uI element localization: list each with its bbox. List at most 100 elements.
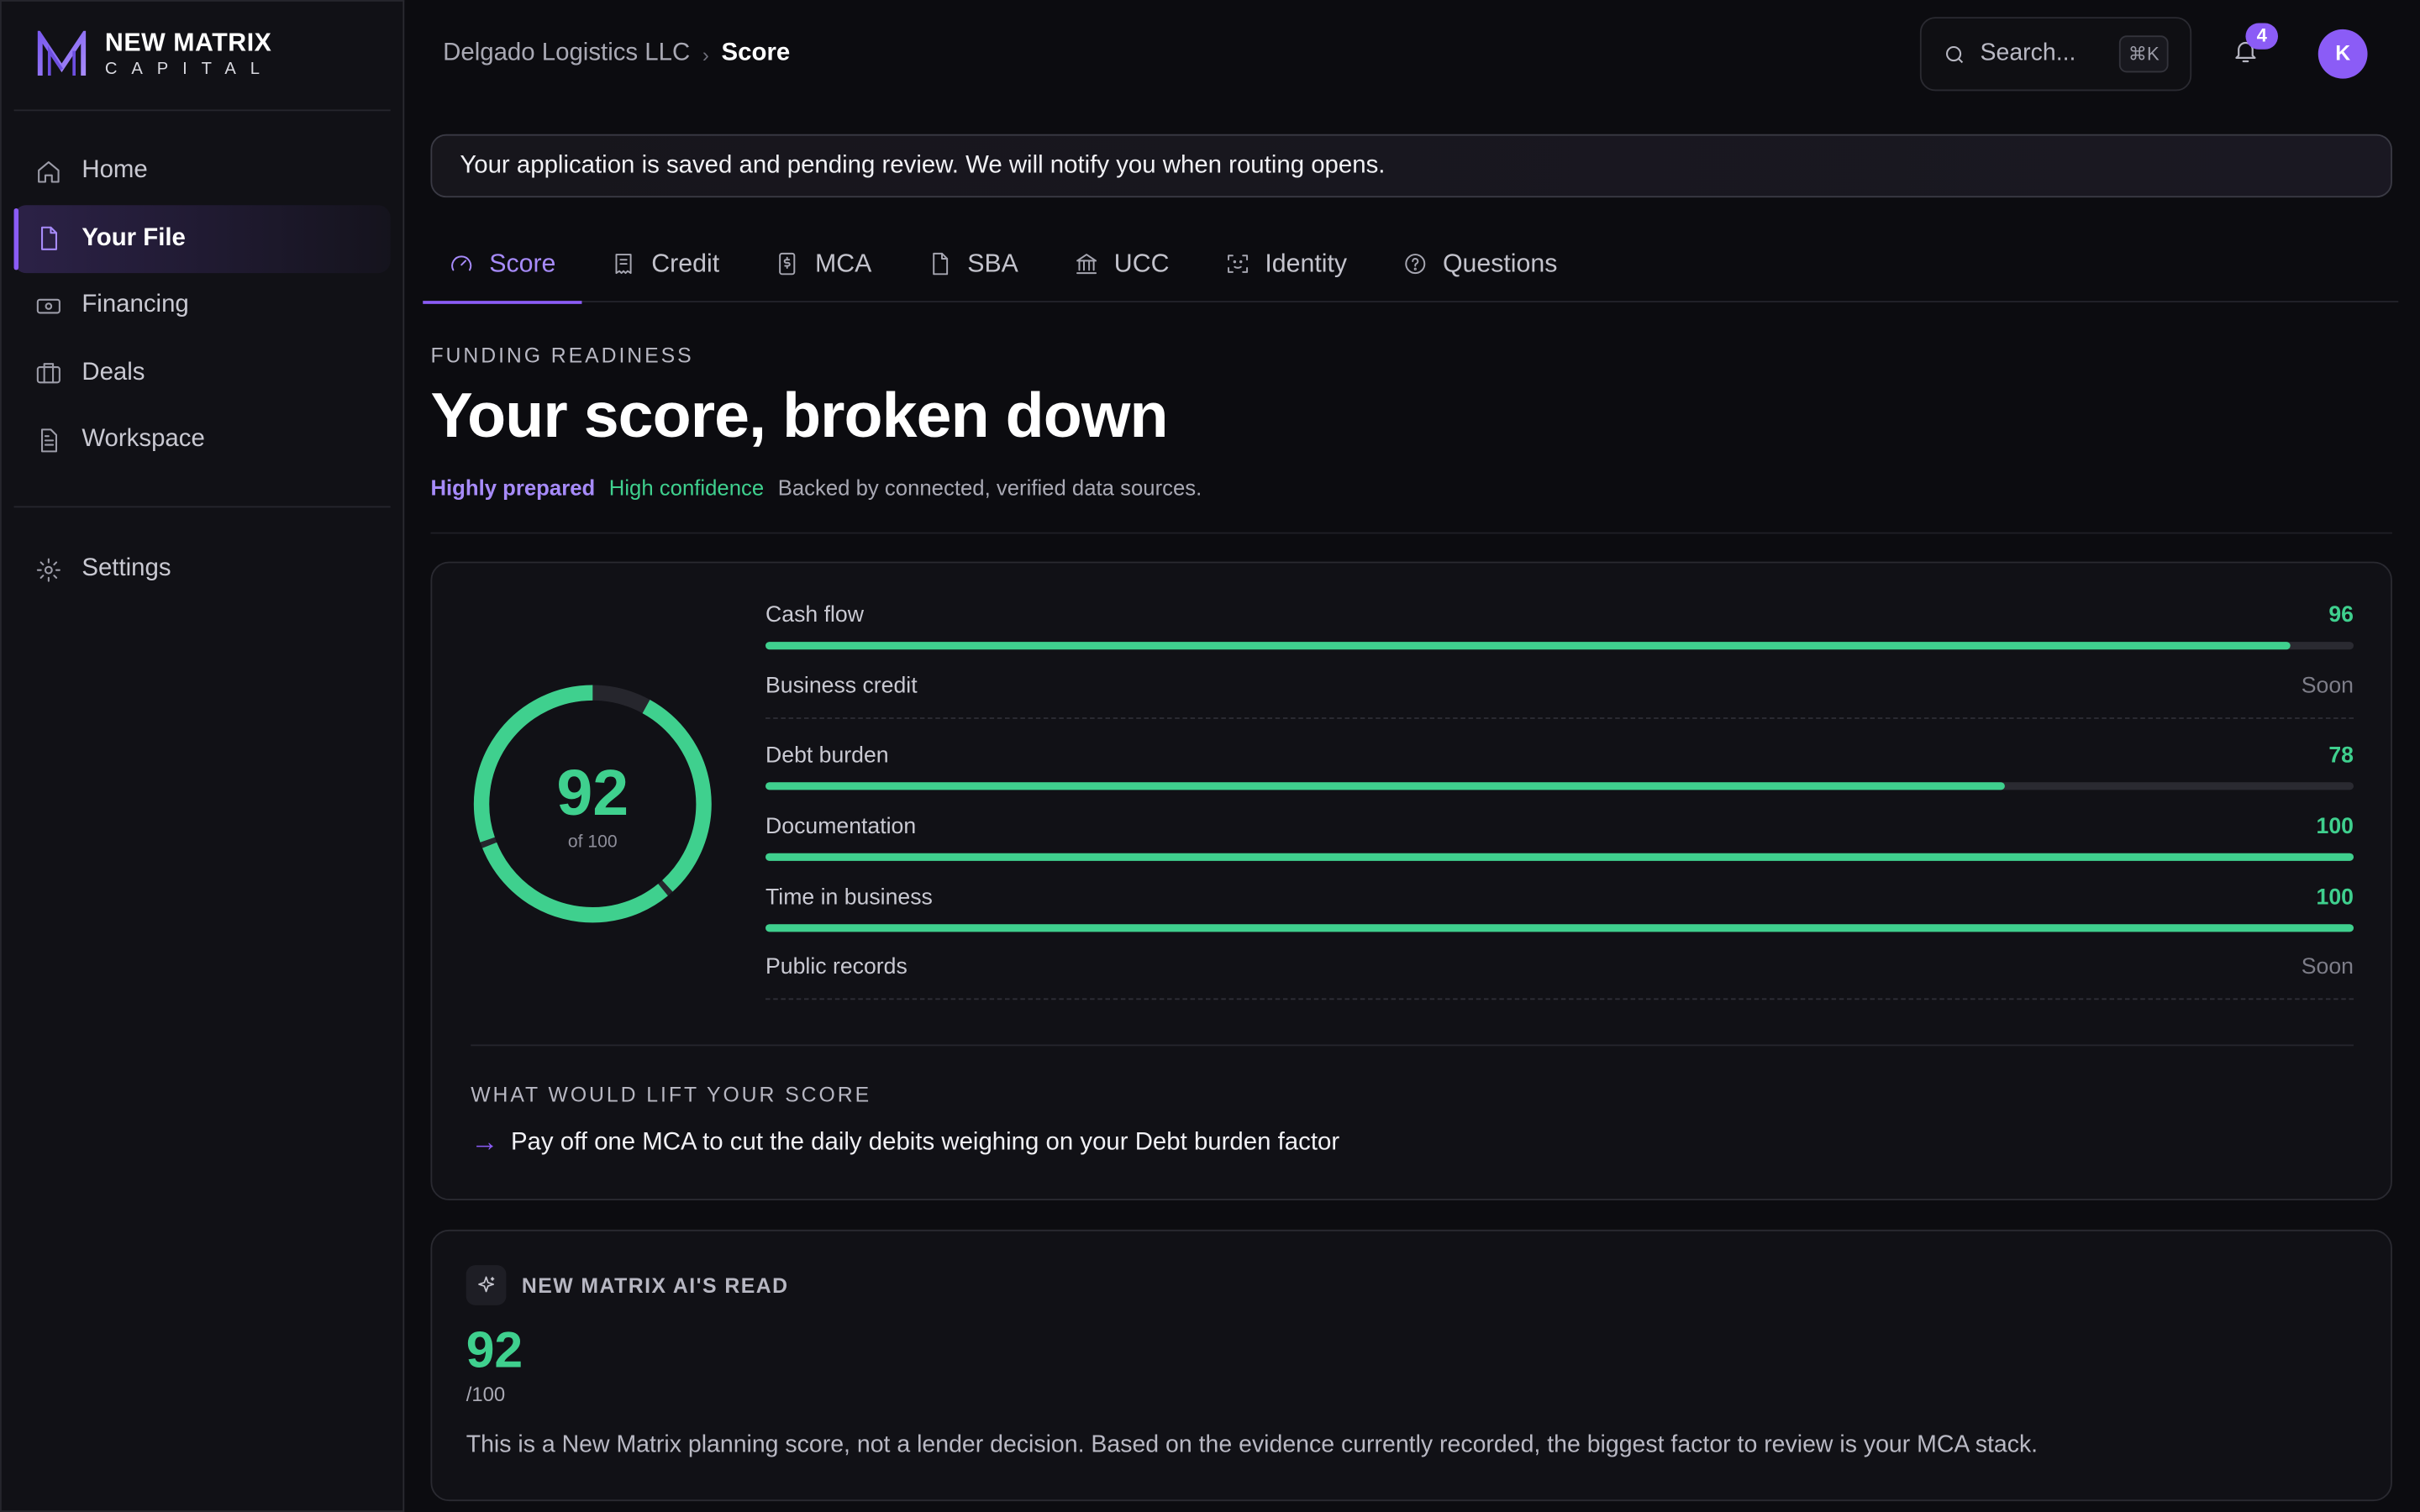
tab-label: Identity xyxy=(1265,249,1348,277)
tab-score[interactable]: Score xyxy=(423,225,582,304)
scan-face-icon xyxy=(1227,255,1248,273)
factor-row-debt-burden: Debt burden 78 xyxy=(765,744,2354,815)
tab-label: MCA xyxy=(815,249,872,277)
tab-ucc[interactable]: UCC xyxy=(1048,225,1196,302)
brand-name: NEW MATRIX xyxy=(104,29,272,57)
sidebar-divider xyxy=(13,506,391,508)
data-source-note: Backed by connected, verified data sourc… xyxy=(777,475,1202,501)
sidebar-item-deals[interactable]: Deals xyxy=(14,339,391,407)
factor-progress-fill xyxy=(765,782,2005,791)
breadcrumb-current: Score xyxy=(721,39,791,66)
factor-row-documentation: Documentation 100 xyxy=(765,815,2354,885)
receipt-icon xyxy=(615,254,632,275)
factor-row-time-in-business: Time in business 100 xyxy=(765,885,2354,956)
sidebar-nav: Home Your File Financing Deals Workspace xyxy=(13,137,391,474)
n-monogram-logo-icon xyxy=(37,30,87,76)
sidebar-item-label: Your File xyxy=(82,224,186,251)
sidebar-item-label: Settings xyxy=(82,555,171,582)
sidebar-item-workspace[interactable]: Workspace xyxy=(14,406,391,474)
arrow-right-icon: → xyxy=(471,1126,499,1158)
file-icon xyxy=(41,226,58,250)
factor-name: Cash flow xyxy=(765,603,864,628)
score-gauge: 92 of 100 xyxy=(469,680,716,927)
card-divider xyxy=(471,1044,2354,1047)
search-input[interactable]: Search... ⌘K xyxy=(1919,17,2192,92)
score-out-of: of 100 xyxy=(567,832,618,852)
briefcase-icon xyxy=(36,363,60,384)
readiness-tags: Highly prepared High confidence Backed b… xyxy=(430,475,1202,500)
sidebar-item-label: Home xyxy=(82,157,148,184)
section-eyebrow: FUNDING READINESS xyxy=(430,344,694,368)
confidence-badge: High confidence xyxy=(608,475,765,501)
score-breakdown-card: 92 of 100 Cash flow 96 Business credit S… xyxy=(430,561,2392,1200)
factor-progress-fill xyxy=(765,642,2291,650)
sidebar-item-label: Deals xyxy=(82,359,145,386)
factor-name: Public records xyxy=(765,955,908,981)
brand-logo[interactable]: NEW MATRIX CAPITAL xyxy=(35,29,274,81)
factor-name: Debt burden xyxy=(765,743,889,769)
tab-bar: Score Credit MCA SBA UCC Identity Questi… xyxy=(423,225,2399,304)
page-title: Your score, broken down xyxy=(430,379,1168,451)
sidebar-item-label: Financing xyxy=(82,291,189,318)
factor-value: Soon xyxy=(2301,955,2354,981)
dollar-doc-icon xyxy=(779,252,796,276)
search-placeholder: Search... xyxy=(1980,39,2076,66)
lift-score-item[interactable]: → Pay off one MCA to cut the daily debit… xyxy=(471,1126,1339,1159)
tab-mca[interactable]: MCA xyxy=(749,225,898,302)
factor-name: Documentation xyxy=(765,814,917,840)
score-value: 92 xyxy=(556,755,629,829)
file-icon xyxy=(932,252,948,276)
tab-label: UCC xyxy=(1113,249,1170,277)
sidebar-item-settings[interactable]: Settings xyxy=(14,535,391,603)
factor-value: Soon xyxy=(2301,674,2354,699)
sidebar: NEW MATRIX CAPITAL Home Your File Financ… xyxy=(0,0,405,1512)
score-factor-list: Cash flow 96 Business credit Soon Debt b… xyxy=(765,603,2354,1026)
ai-read-card: NEW MATRIX AI'S READ 92 /100 This is a N… xyxy=(430,1229,2392,1502)
factor-pending-line xyxy=(765,999,2354,1001)
lift-score-heading: WHAT WOULD LIFT YOUR SCORE xyxy=(471,1083,872,1106)
brand-subtitle: CAPITAL xyxy=(104,60,274,79)
gear-icon xyxy=(36,557,60,581)
bank-icon xyxy=(1076,254,1097,275)
tab-label: Credit xyxy=(651,249,720,277)
ai-read-header: NEW MATRIX AI'S READ xyxy=(466,1265,789,1305)
home-icon xyxy=(38,160,60,182)
tab-sba[interactable]: SBA xyxy=(901,225,1044,302)
document-icon xyxy=(41,428,58,452)
gauge-icon xyxy=(451,255,472,271)
notification-count-badge: 4 xyxy=(2245,23,2279,50)
factor-progress-track xyxy=(765,642,2354,650)
help-circle-icon xyxy=(1404,254,1425,275)
factor-name: Business credit xyxy=(765,674,918,699)
chevron-right-icon: › xyxy=(702,42,709,66)
factor-row-business-credit: Business credit Soon xyxy=(765,674,2354,744)
ai-read-title: NEW MATRIX AI'S READ xyxy=(521,1273,789,1297)
lift-score-text: Pay off one MCA to cut the daily debits … xyxy=(510,1128,1340,1155)
tab-identity[interactable]: Identity xyxy=(1198,225,1373,302)
sidebar-item-label: Workspace xyxy=(82,425,205,453)
app-window: NEW MATRIX CAPITAL Home Your File Financ… xyxy=(0,0,2420,1512)
factor-row-public-records: Public records Soon xyxy=(765,956,2354,1026)
factor-value: 78 xyxy=(2328,743,2354,769)
tab-questions[interactable]: Questions xyxy=(1376,225,1584,302)
factor-value: 100 xyxy=(2316,885,2354,911)
factor-progress-fill xyxy=(765,923,2354,932)
breadcrumb-parent[interactable]: Delgado Logistics LLC xyxy=(443,40,690,68)
sidebar-item-financing[interactable]: Financing xyxy=(14,271,391,339)
factor-row-cash-flow: Cash flow 96 xyxy=(765,603,2354,674)
sidebar-item-home[interactable]: Home xyxy=(14,137,391,205)
tab-label: Questions xyxy=(1442,249,1558,277)
sidebar-item-your-file[interactable]: Your File xyxy=(13,204,391,273)
avatar[interactable]: K xyxy=(2317,29,2368,79)
ai-read-text: This is a New Matrix planning score, not… xyxy=(466,1431,2039,1458)
tab-credit[interactable]: Credit xyxy=(585,225,745,302)
factor-pending-line xyxy=(765,717,2354,719)
sidebar-divider xyxy=(13,109,391,112)
factor-progress-fill xyxy=(765,853,2354,862)
ai-score-out-of: /100 xyxy=(466,1382,506,1406)
ai-score-value: 92 xyxy=(466,1320,523,1378)
banknote-icon xyxy=(36,297,60,313)
factor-value: 96 xyxy=(2328,603,2354,628)
factor-progress-track xyxy=(765,853,2354,862)
keyboard-shortcut-badge: ⌘K xyxy=(2118,35,2169,73)
